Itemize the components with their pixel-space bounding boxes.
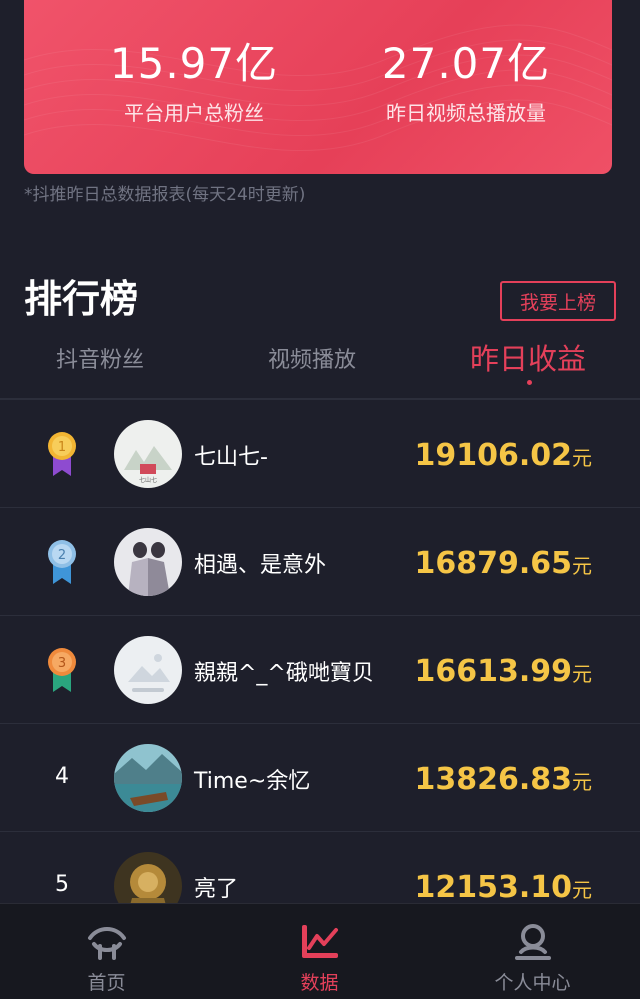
tab-yesterday-earnings[interactable]: 昨日收益 <box>470 336 586 378</box>
user-name: 亮了 <box>194 877 239 902</box>
svg-text:2: 2 <box>58 548 66 563</box>
total-fans-stat: 15.97亿 平台用户总粉丝 <box>64 30 324 126</box>
nav-data[interactable]: 数据 <box>213 904 426 999</box>
earnings-amount: 16613.99元 <box>414 654 592 689</box>
tab-douyin-fans[interactable]: 抖音粉丝 <box>56 342 144 374</box>
nav-profile-label: 个人中心 <box>494 972 571 994</box>
rank-number: 5 <box>55 872 69 897</box>
stats-card: 15.97亿 平台用户总粉丝 27.07亿 昨日视频总播放量 <box>24 0 612 174</box>
ranking-row[interactable]: 3 親親^_^硪哋寶贝 16613.99元 <box>0 616 640 724</box>
total-plays-stat: 27.07亿 昨日视频总播放量 <box>336 30 596 126</box>
total-plays-label: 昨日视频总播放量 <box>386 101 546 125</box>
avatar[interactable] <box>114 744 182 812</box>
silver-medal-icon: 2 <box>48 540 76 584</box>
avatar[interactable] <box>114 636 182 704</box>
ranking-row[interactable]: 4 Time~余忆 13826.83元 <box>0 724 640 832</box>
earnings-amount: 19106.02元 <box>414 438 592 473</box>
bottom-nav: 首页 数据 个人中心 <box>0 903 640 999</box>
user-name: 相遇、是意外 <box>194 553 327 578</box>
user-icon <box>515 924 551 960</box>
bronze-medal-icon: 3 <box>48 648 76 692</box>
nav-home[interactable]: 首页 <box>0 904 213 999</box>
chart-icon <box>302 925 338 958</box>
total-plays-value: 27.07亿 <box>381 39 551 88</box>
nav-data-label: 数据 <box>300 972 339 994</box>
earnings-amount: 13826.83元 <box>414 762 592 797</box>
ranking-title: 排行榜 <box>24 277 139 321</box>
ranking-list: 1 七山七 七山七- 19106.02元 2 相遇、是意外 16879.65元 … <box>0 400 640 940</box>
ranking-row[interactable]: 2 相遇、是意外 16879.65元 <box>0 508 640 616</box>
total-fans-value: 15.97亿 <box>109 39 279 88</box>
earnings-amount: 16879.65元 <box>414 546 592 581</box>
ranking-tabs: 抖音粉丝 视频播放 昨日收益 <box>0 336 640 398</box>
gold-medal-icon: 1 <box>48 432 76 476</box>
total-fans-label: 平台用户总粉丝 <box>124 101 264 125</box>
ranking-row[interactable]: 1 七山七 七山七- 19106.02元 <box>0 400 640 508</box>
rank-number: 4 <box>55 764 69 789</box>
svg-text:3: 3 <box>58 656 66 671</box>
avatar[interactable] <box>114 528 182 596</box>
nav-profile[interactable]: 个人中心 <box>426 904 639 999</box>
user-name: 親親^_^硪哋寶贝 <box>194 661 374 686</box>
user-name: Time~余忆 <box>194 769 311 794</box>
tab-video-plays[interactable]: 视频播放 <box>268 342 356 374</box>
earnings-amount: 12153.10元 <box>414 870 592 905</box>
join-ranking-button[interactable]: 我要上榜 <box>500 281 616 321</box>
home-icon <box>88 927 126 960</box>
avatar[interactable]: 七山七 <box>114 420 182 488</box>
active-tab-indicator <box>527 380 532 385</box>
svg-text:1: 1 <box>58 440 66 455</box>
user-name: 七山七- <box>194 445 268 470</box>
nav-home-label: 首页 <box>87 972 126 994</box>
svg-text:七山七: 七山七 <box>139 476 157 484</box>
report-note: *抖推昨日总数据报表(每天24时更新) <box>24 185 306 205</box>
